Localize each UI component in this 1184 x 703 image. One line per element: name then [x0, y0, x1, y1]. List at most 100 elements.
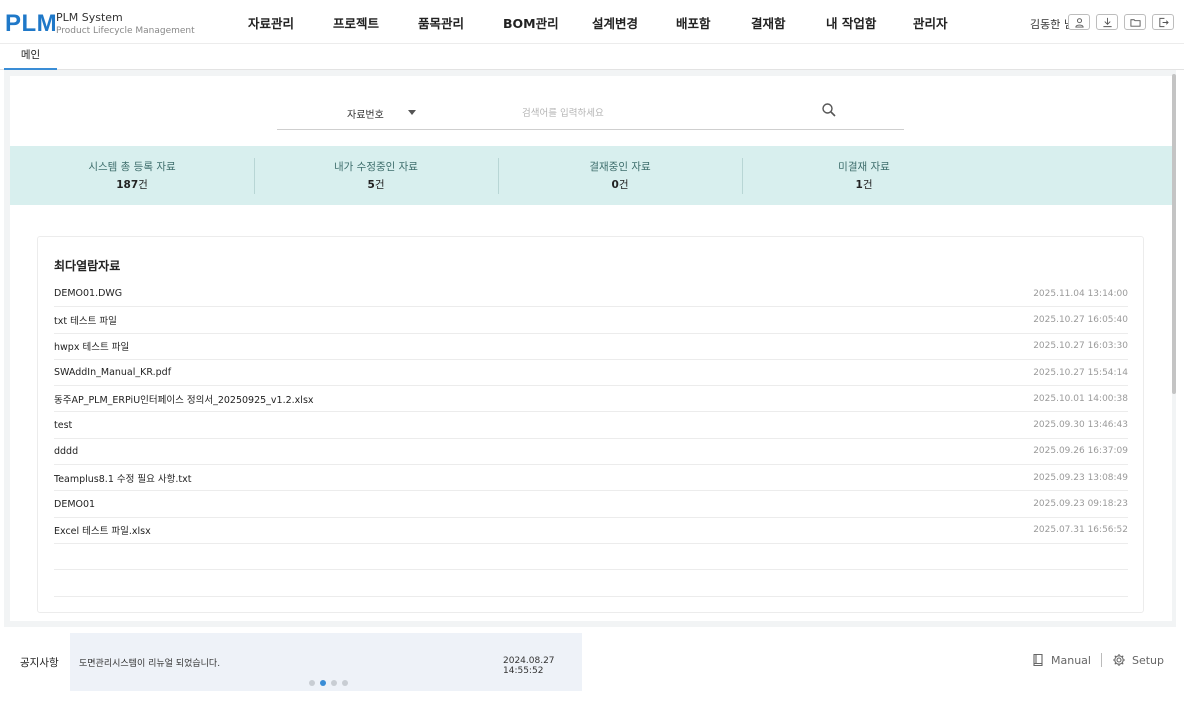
carousel-dot[interactable]: [309, 680, 315, 686]
item-name[interactable]: DEMO01.DWG: [54, 288, 122, 299]
item-time: 2025.11.04 13:14:00: [1033, 288, 1128, 299]
list-item[interactable]: DEMO01.DWG 2025.11.04 13:14:00: [54, 281, 1128, 308]
item-name[interactable]: test: [54, 420, 72, 431]
list-item[interactable]: Excel 테스트 파일.xlsx 2025.07.31 16:56:52: [54, 518, 1128, 544]
vertical-scrollbar[interactable]: [1172, 74, 1176, 394]
stat-total[interactable]: 시스템 총 등록 자료 187건: [10, 146, 254, 205]
nav-item-data[interactable]: 자료관리: [248, 13, 294, 32]
tab-main[interactable]: 메인: [4, 44, 57, 70]
stat-pending-approval[interactable]: 미결재 자료 1건: [742, 146, 986, 205]
manual-link[interactable]: Manual: [1031, 653, 1091, 667]
list-item[interactable]: dddd 2025.09.26 16:37:09: [54, 439, 1128, 466]
nav-item-distribution[interactable]: 배포함: [676, 13, 711, 32]
nav-item-bom[interactable]: BOM관리: [503, 13, 559, 32]
list-item[interactable]: hwpx 테스트 파일 2025.10.27 16:03:30: [54, 334, 1128, 360]
chevron-down-icon[interactable]: [408, 110, 416, 115]
nav-item-my-work[interactable]: 내 작업함: [826, 13, 876, 32]
stat-number: 1: [855, 179, 863, 191]
carousel-dot[interactable]: [342, 680, 348, 686]
list-item[interactable]: Teamplus8.1 수정 필요 사항.txt 2025.09.23 13:08…: [54, 465, 1128, 492]
stat-label: 결재중인 자료: [589, 161, 651, 173]
app-subtitle: Product Lifecycle Management: [56, 26, 195, 36]
book-icon: [1033, 653, 1043, 667]
stat-value: 5건: [254, 177, 498, 192]
search-bar: 자료번호: [277, 94, 904, 130]
nav-item-design-change[interactable]: 설계변경: [592, 13, 638, 32]
item-name[interactable]: hwpx 테스트 파일: [54, 339, 129, 353]
list-item-empty: [54, 544, 1128, 571]
item-time: 2025.09.30 13:46:43: [1033, 420, 1128, 431]
search-icon[interactable]: [821, 102, 837, 118]
setup-link[interactable]: Setup: [1112, 653, 1164, 667]
list-item[interactable]: txt 테스트 파일 2025.10.27 16:05:40: [54, 307, 1128, 334]
stat-unit: 건: [138, 179, 148, 191]
item-name[interactable]: Excel 테스트 파일.xlsx: [54, 523, 151, 537]
item-time: 2025.10.01 14:00:38: [1033, 393, 1128, 404]
download-button[interactable]: [1096, 14, 1118, 30]
logo-text: PLM System Product Lifecycle Management: [56, 11, 195, 38]
footer: 공지사항 도면관리시스템이 리뉴얼 되었습니다. 2024.08.27 14:5…: [0, 627, 1184, 703]
notice-text[interactable]: 도면관리시스템이 리뉴얼 되었습니다.: [79, 656, 220, 669]
stat-value: 1건: [742, 177, 986, 192]
logout-icon: [1158, 17, 1169, 27]
list-item-empty: [54, 570, 1128, 597]
stat-number: 5: [367, 179, 375, 191]
footer-divider: [1100, 653, 1102, 667]
item-name[interactable]: Teamplus8.1 수정 필요 사항.txt: [54, 471, 191, 485]
stat-number: 0: [611, 179, 619, 191]
main-panel: 자료번호 시스템 총 등록 자료 187건 내가 수정중인 자료 5건 결재중인…: [10, 76, 1172, 621]
nav-item-approval[interactable]: 결재함: [751, 13, 786, 32]
stat-label: 내가 수정중인 자료: [334, 161, 418, 173]
stat-unit: 건: [618, 179, 629, 191]
list-item[interactable]: test 2025.09.30 13:46:43: [54, 412, 1128, 439]
item-time: 2025.10.27 16:05:40: [1033, 314, 1128, 325]
main-area: 자료번호 시스템 총 등록 자료 187건 내가 수정중인 자료 5건 결재중인…: [4, 70, 1176, 627]
list-item[interactable]: 동주AP_PLM_ERPiU인터페이스 정의서_20250925_v1.2.xl…: [54, 386, 1128, 413]
setup-label: Setup: [1131, 653, 1164, 667]
user-icon: [1074, 17, 1084, 28]
stat-my-editing[interactable]: 내가 수정중인 자료 5건: [254, 146, 498, 205]
user-button[interactable]: [1068, 14, 1090, 30]
most-viewed-list: DEMO01.DWG 2025.11.04 13:14:00 txt 테스트 파일…: [54, 281, 1128, 597]
item-name[interactable]: SWAddIn_Manual_KR.pdf: [54, 367, 171, 378]
nav-item-admin[interactable]: 관리자: [913, 13, 948, 32]
folder-button[interactable]: [1124, 14, 1146, 30]
item-name[interactable]: dddd: [54, 446, 78, 457]
logout-button[interactable]: [1152, 14, 1174, 30]
carousel-dot-active[interactable]: [320, 680, 326, 686]
stat-label: 시스템 총 등록 자료: [88, 161, 176, 173]
list-item[interactable]: DEMO01 2025.09.23 09:18:23: [54, 491, 1128, 518]
plm-logo[interactable]: PLM: [5, 10, 57, 38]
list-item[interactable]: SWAddIn_Manual_KR.pdf 2025.10.27 15:54:14: [54, 360, 1128, 387]
search-input[interactable]: [522, 104, 782, 122]
nav-item-project[interactable]: 프로젝트: [333, 13, 379, 32]
folder-icon: [1129, 18, 1141, 27]
item-time: 2025.10.27 16:03:30: [1033, 341, 1128, 352]
manual-label: Manual: [1050, 653, 1091, 667]
search-field-select[interactable]: 자료번호: [347, 106, 384, 121]
most-viewed-title: 최다열람자료: [54, 259, 121, 273]
carousel-dots: [309, 680, 348, 686]
nav-item-parts[interactable]: 품목관리: [418, 13, 464, 32]
footer-links: Manual Setup: [1031, 653, 1164, 667]
stat-in-approval[interactable]: 결재중인 자료 0건: [498, 146, 742, 205]
carousel-dot[interactable]: [331, 680, 337, 686]
app-title: PLM System: [56, 11, 123, 24]
notice-time: 2024.08.27 14:55:52: [503, 656, 555, 676]
stat-label: 미결재 자료: [838, 161, 890, 173]
item-time: 2025.10.27 15:54:14: [1033, 367, 1128, 378]
item-time: 2025.09.26 16:37:09: [1033, 446, 1128, 457]
tab-bar: 메인: [0, 44, 1184, 70]
notice-label: 공지사항: [20, 657, 59, 669]
header-buttons: [1068, 14, 1174, 30]
stat-unit: 건: [374, 179, 385, 191]
gear-icon: [1112, 654, 1125, 666]
most-viewed-panel: 최다열람자료 DEMO01.DWG 2025.11.04 13:14:00 txt…: [37, 236, 1144, 613]
top-header: PLM PLM System Product Lifecycle Managem…: [0, 0, 1184, 44]
notice-carousel[interactable]: 도면관리시스템이 리뉴얼 되었습니다. 2024.08.27 14:55:52: [70, 633, 582, 691]
item-time: 2025.07.31 16:56:52: [1033, 525, 1128, 536]
stat-value: 0건: [498, 177, 742, 192]
item-name[interactable]: DEMO01: [54, 499, 95, 510]
item-name[interactable]: 동주AP_PLM_ERPiU인터페이스 정의서_20250925_v1.2.xl…: [54, 392, 314, 406]
item-name[interactable]: txt 테스트 파일: [54, 313, 117, 327]
